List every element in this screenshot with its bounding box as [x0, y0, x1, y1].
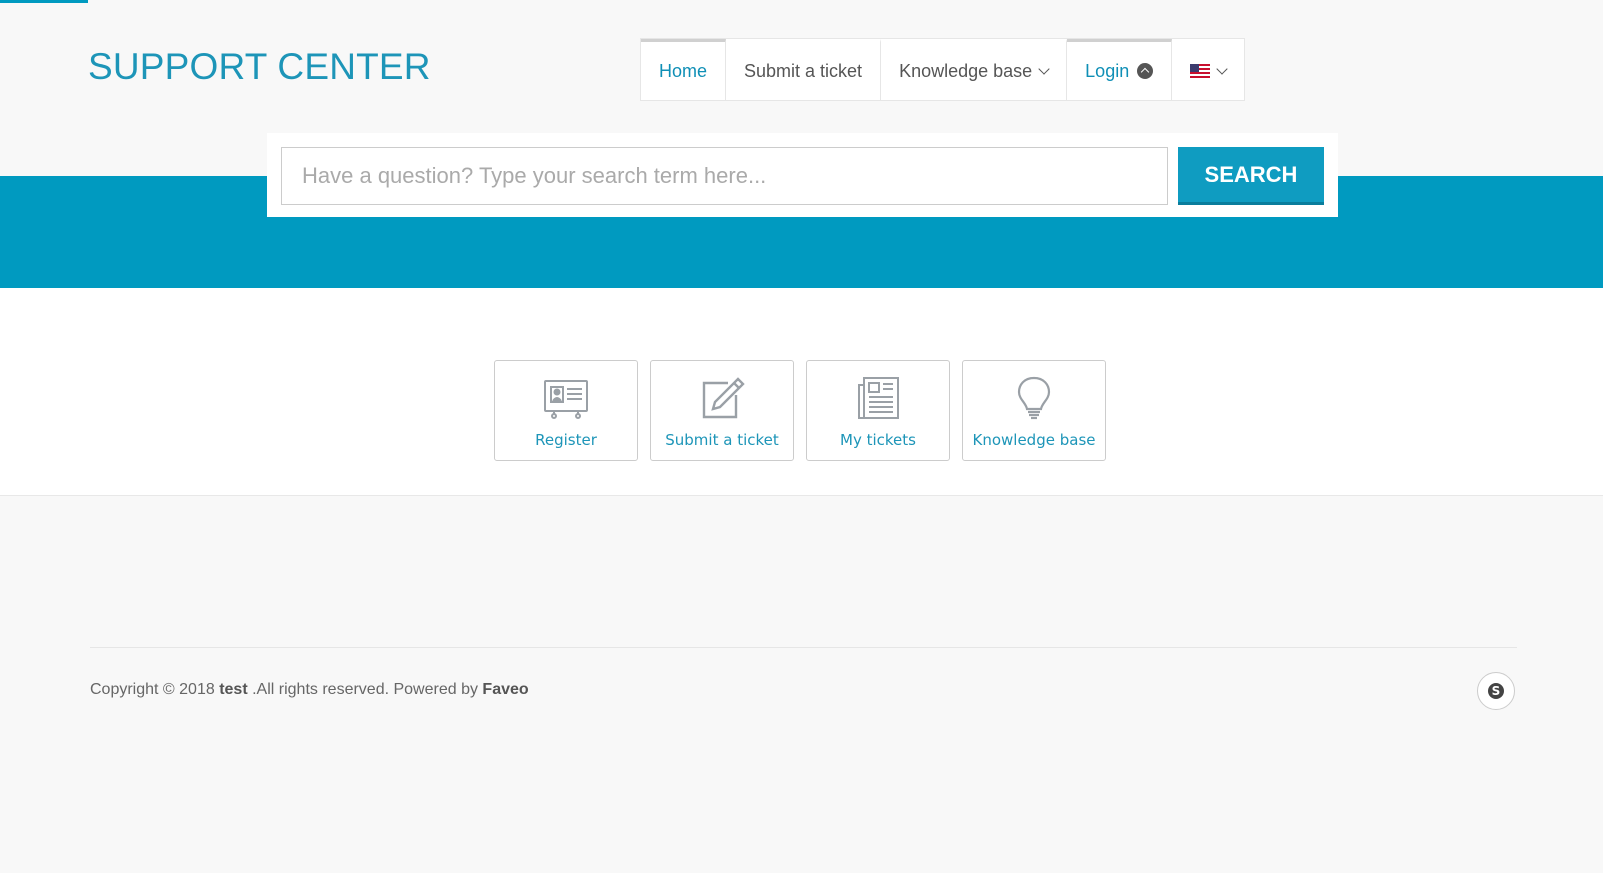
tile-submit-ticket[interactable]: Submit a ticket — [650, 360, 794, 461]
us-flag-icon — [1190, 64, 1211, 78]
site-title[interactable]: SUPPORT CENTER — [88, 46, 431, 88]
nav-knowledge-base-label: Knowledge base — [899, 60, 1033, 81]
search-input[interactable] — [281, 147, 1168, 205]
tile-my-tickets-label: My tickets — [840, 431, 916, 449]
nav-login-label: Login — [1085, 60, 1130, 81]
chevron-down-icon — [1038, 62, 1050, 75]
chevron-down-icon — [1216, 62, 1228, 75]
quick-links: Register Submit a ticket My tickets Know… — [494, 360, 1106, 461]
tile-register-label: Register — [535, 431, 597, 449]
search-button[interactable]: SEARCH — [1178, 147, 1324, 205]
content-panel-top — [90, 288, 1517, 332]
search-bar: SEARCH — [267, 133, 1338, 217]
tile-my-tickets[interactable]: My tickets — [806, 360, 950, 461]
skype-button[interactable]: S — [1477, 672, 1515, 710]
copyright-text: Copyright © 2018 test .All rights reserv… — [90, 681, 529, 699]
skype-icon: S — [1488, 683, 1504, 699]
nav-submit-ticket[interactable]: Submit a ticket — [726, 39, 882, 100]
main-nav: Home Submit a ticket Knowledge base Logi… — [640, 38, 1246, 101]
newspaper-icon — [858, 377, 899, 419]
nav-home[interactable]: Home — [641, 39, 727, 100]
id-card-icon — [544, 380, 588, 419]
footer-divider — [90, 647, 1517, 648]
copyright-prefix: Copyright © 2018 — [90, 681, 220, 698]
language-selector[interactable] — [1172, 39, 1244, 100]
tile-register[interactable]: Register — [494, 360, 638, 461]
nav-knowledge-base[interactable]: Knowledge base — [881, 39, 1068, 100]
nav-submit-ticket-label: Submit a ticket — [744, 60, 863, 81]
top-accent-bar — [0, 0, 88, 3]
company-link[interactable]: test — [219, 681, 247, 698]
nav-login[interactable]: Login — [1067, 39, 1173, 100]
powered-by-link[interactable]: Faveo — [482, 681, 528, 698]
copyright-middle: .All rights reserved. Powered by — [247, 681, 483, 698]
tile-knowledge-base[interactable]: Knowledge base — [962, 360, 1106, 461]
edit-icon — [702, 377, 745, 419]
chevron-up-circle-icon — [1137, 63, 1154, 79]
lightbulb-icon — [1017, 376, 1051, 420]
tile-submit-ticket-label: Submit a ticket — [665, 431, 779, 449]
nav-home-label: Home — [659, 60, 708, 81]
tile-knowledge-base-label: Knowledge base — [972, 431, 1096, 449]
